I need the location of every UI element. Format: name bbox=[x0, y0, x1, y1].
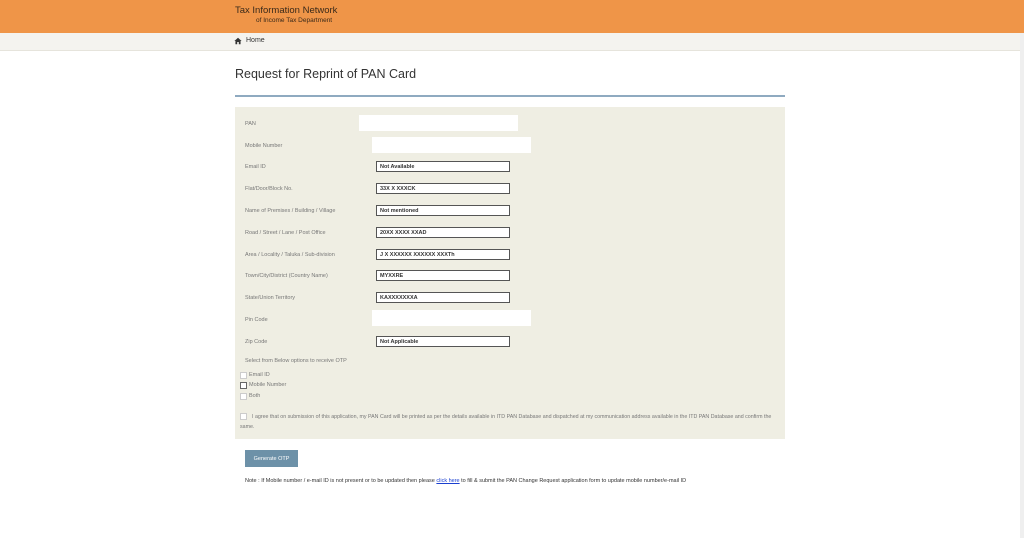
field-row-state: State/Union Territory bbox=[235, 291, 785, 307]
field-row-email: Email ID bbox=[235, 160, 785, 176]
otp-mobile-label: Mobile Number bbox=[249, 382, 287, 388]
field-row-pan: PAN bbox=[235, 115, 785, 133]
field-row-flat: Flat/Door/Block No. bbox=[235, 182, 785, 198]
otp-both-label: Both bbox=[249, 393, 261, 399]
brand-logo[interactable]: Tax Information Network of Income Tax De… bbox=[235, 6, 337, 24]
pan-label: PAN bbox=[245, 121, 256, 127]
road-input[interactable] bbox=[376, 227, 510, 238]
breadcrumb-home-link[interactable]: Home bbox=[246, 37, 265, 44]
pincode-input[interactable] bbox=[372, 310, 531, 326]
otp-prompt: Select from Below options to receive OTP bbox=[245, 358, 347, 364]
mobile-input[interactable] bbox=[372, 137, 531, 153]
flat-input[interactable] bbox=[376, 183, 510, 194]
zipcode-input[interactable] bbox=[376, 336, 510, 347]
flat-label: Flat/Door/Block No. bbox=[245, 186, 293, 192]
field-row-pincode: Pin Code bbox=[235, 310, 785, 329]
scrollbar[interactable] bbox=[1020, 33, 1024, 538]
brand-subtitle: of Income Tax Department bbox=[256, 16, 333, 24]
zipcode-label: Zip Code bbox=[245, 339, 268, 345]
reprint-form: PAN Mobile Number Email ID Flat/Door/Blo… bbox=[235, 107, 785, 439]
title-divider bbox=[235, 95, 785, 97]
brand-title: Tax Information Network bbox=[235, 5, 338, 16]
click-here-link[interactable]: click here bbox=[436, 478, 459, 484]
generate-otp-button[interactable]: Generate OTP bbox=[245, 450, 298, 467]
town-input[interactable] bbox=[376, 270, 510, 281]
pan-input[interactable] bbox=[359, 115, 518, 131]
breadcrumb: Home bbox=[0, 33, 1024, 51]
field-row-premises: Name of Premises / Building / Village bbox=[235, 204, 785, 220]
home-icon[interactable] bbox=[234, 37, 242, 45]
otp-both-checkbox[interactable] bbox=[240, 393, 247, 400]
top-header: Tax Information Network of Income Tax De… bbox=[0, 0, 1024, 33]
note-suffix: to fill & submit the PAN Change Request … bbox=[461, 478, 687, 484]
field-row-road: Road / Street / Lane / Post Office bbox=[235, 226, 785, 242]
premises-input[interactable] bbox=[376, 205, 510, 216]
field-row-town: Town/City/District (Country Name) bbox=[235, 269, 785, 285]
field-row-mobile: Mobile Number bbox=[235, 137, 785, 155]
otp-email-checkbox[interactable] bbox=[240, 372, 247, 379]
premises-label: Name of Premises / Building / Village bbox=[245, 208, 336, 214]
town-label: Town/City/District (Country Name) bbox=[245, 273, 328, 279]
field-row-zipcode: Zip Code bbox=[235, 335, 785, 351]
road-label: Road / Street / Lane / Post Office bbox=[245, 230, 326, 236]
note-prefix: Note : If Mobile number / e-mail ID is n… bbox=[245, 478, 435, 484]
email-input[interactable] bbox=[376, 161, 510, 172]
note-text: Note : If Mobile number / e-mail ID is n… bbox=[245, 478, 686, 484]
pincode-label: Pin Code bbox=[245, 317, 268, 323]
otp-email-label: Email ID bbox=[249, 372, 270, 378]
otp-mobile-checkbox[interactable] bbox=[240, 382, 247, 389]
state-input[interactable] bbox=[376, 292, 510, 303]
mobile-label: Mobile Number bbox=[245, 143, 283, 149]
agreement-text: I agree that on submission of this appli… bbox=[240, 414, 772, 430]
page-title: Request for Reprint of PAN Card bbox=[235, 67, 417, 81]
email-label: Email ID bbox=[245, 164, 266, 170]
area-label: Area / Locality / Taluka / Sub-division bbox=[245, 252, 335, 258]
field-row-area: Area / Locality / Taluka / Sub-division bbox=[235, 248, 785, 264]
area-input[interactable] bbox=[376, 249, 510, 260]
state-label: State/Union Territory bbox=[245, 295, 296, 301]
